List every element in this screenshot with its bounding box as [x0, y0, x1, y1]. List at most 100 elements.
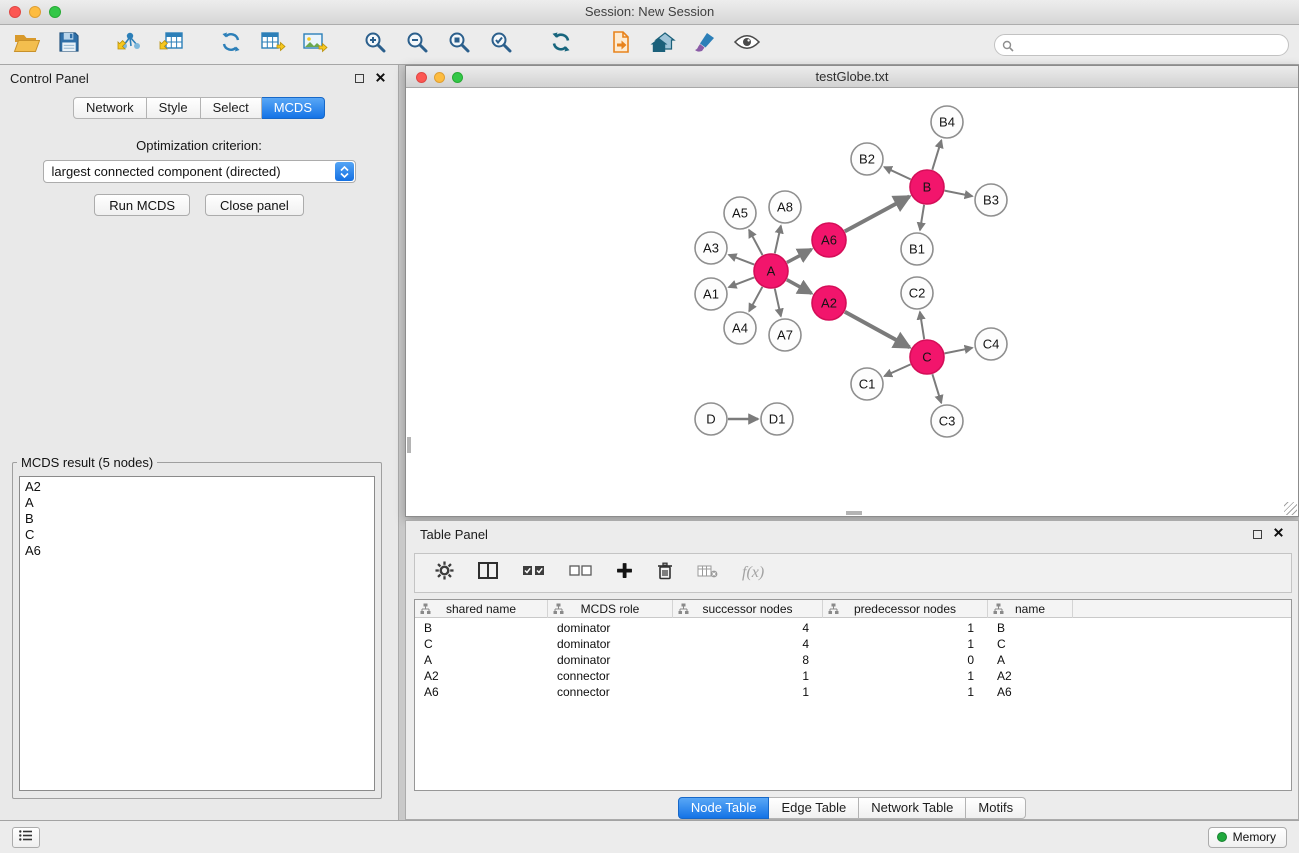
delete-table-icon[interactable] [697, 564, 718, 583]
edge-A-A3[interactable] [729, 255, 755, 265]
canvas-resize-handle-left[interactable] [407, 437, 411, 453]
edge-A-A2[interactable] [787, 280, 812, 294]
node-A1[interactable]: A1 [695, 278, 727, 310]
edge-A-A4[interactable] [749, 287, 762, 312]
mcds-result-item-c[interactable]: C [25, 527, 374, 543]
float-table-panel-icon[interactable] [1253, 530, 1262, 539]
tab-motifs[interactable]: Motifs [966, 797, 1026, 819]
close-panel-button[interactable]: Close panel [205, 194, 304, 216]
node-A4[interactable]: A4 [724, 312, 756, 344]
table-row-b[interactable]: Bdominator41B [415, 620, 1291, 636]
table-row-a6[interactable]: A6connector11A6 [415, 684, 1291, 700]
zoom-in-button[interactable] [358, 29, 391, 60]
column-header-predecessor-nodes[interactable]: predecessor nodes [823, 600, 988, 618]
export-image-button[interactable] [298, 29, 331, 60]
edge-A6-B[interactable] [845, 197, 910, 232]
edge-A-A6[interactable] [787, 249, 812, 262]
node-A6[interactable]: A6 [812, 223, 846, 257]
export-table-button[interactable] [256, 29, 289, 60]
edge-A-A7[interactable] [775, 289, 781, 317]
mcds-result-list[interactable]: A2ABCA6 [19, 476, 375, 791]
search-input[interactable] [994, 34, 1289, 56]
node-A8[interactable]: A8 [769, 191, 801, 223]
tab-edge-table[interactable]: Edge Table [769, 797, 859, 819]
node-D[interactable]: D [695, 403, 727, 435]
mcds-result-item-a2[interactable]: A2 [25, 479, 374, 495]
tab-style[interactable]: Style [147, 97, 201, 119]
zoom-selected-button[interactable] [484, 29, 517, 60]
canvas-resize-handle-bottom[interactable] [846, 511, 862, 515]
network-canvas[interactable]: B4B2BB3A5A8A6B1A3AC2A1A2A4A7C4CC1C3DD1 [406, 89, 1298, 516]
mcds-result-item-a[interactable]: A [25, 495, 374, 511]
table-row-a[interactable]: Adominator80A [415, 652, 1291, 668]
column-header-shared-name[interactable]: shared name [415, 600, 548, 618]
delete-column-trash-icon[interactable] [657, 562, 673, 585]
tab-mcds[interactable]: MCDS [262, 97, 325, 119]
node-A2[interactable]: A2 [812, 286, 846, 320]
column-header-successor-nodes[interactable]: successor nodes [673, 600, 823, 618]
node-B2[interactable]: B2 [851, 143, 883, 175]
toggle-columns-icon[interactable] [478, 562, 498, 584]
node-C[interactable]: C [910, 340, 944, 374]
node-C2[interactable]: C2 [901, 277, 933, 309]
network-window-titlebar[interactable]: testGlobe.txt [406, 66, 1298, 88]
refresh-view-button[interactable] [544, 29, 577, 60]
edge-B-B4[interactable] [932, 140, 941, 170]
column-header-mcds-role[interactable]: MCDS role [548, 600, 673, 618]
tab-select[interactable]: Select [201, 97, 262, 119]
node-A3[interactable]: A3 [695, 232, 727, 264]
edge-C-C4[interactable] [945, 348, 973, 354]
edge-B-B3[interactable] [945, 191, 973, 197]
export-network-button[interactable] [214, 29, 247, 60]
column-header-name[interactable]: name [988, 600, 1073, 618]
zoom-fit-button[interactable] [442, 29, 475, 60]
add-column-icon[interactable] [616, 562, 633, 584]
import-table-file-button[interactable] [154, 29, 187, 60]
memory-button[interactable]: Memory [1208, 827, 1287, 848]
edge-B-B1[interactable] [920, 205, 924, 230]
edge-A-A1[interactable] [729, 277, 755, 287]
open-file-button[interactable] [10, 29, 43, 60]
close-panel-icon[interactable] [375, 70, 386, 88]
node-C3[interactable]: C3 [931, 405, 963, 437]
mcds-result-item-b[interactable]: B [25, 511, 374, 527]
node-D1[interactable]: D1 [761, 403, 793, 435]
network-overview-button[interactable] [646, 29, 679, 60]
tab-network[interactable]: Network [73, 97, 147, 119]
close-table-panel-icon[interactable] [1273, 525, 1284, 543]
edge-C-C3[interactable] [932, 374, 941, 403]
node-C1[interactable]: C1 [851, 368, 883, 400]
tab-node-table[interactable]: Node Table [678, 797, 770, 819]
style-paint-button[interactable] [688, 29, 721, 60]
edge-C-C2[interactable] [920, 312, 924, 339]
edge-C-C1[interactable] [884, 364, 910, 376]
edge-B-B2[interactable] [884, 167, 911, 179]
node-B4[interactable]: B4 [931, 106, 963, 138]
show-panels-button[interactable] [12, 827, 40, 848]
node-A7[interactable]: A7 [769, 319, 801, 351]
edge-A2-C[interactable] [845, 312, 910, 348]
edge-A-A5[interactable] [749, 230, 763, 255]
mcds-result-item-a6[interactable]: A6 [25, 543, 374, 559]
node-B3[interactable]: B3 [975, 184, 1007, 216]
window-resize-grip[interactable] [1284, 502, 1297, 515]
open-session-button[interactable] [604, 29, 637, 60]
node-A[interactable]: A [754, 254, 788, 288]
node-A5[interactable]: A5 [724, 197, 756, 229]
zoom-out-button[interactable] [400, 29, 433, 60]
deselect-all-icon[interactable] [569, 564, 592, 582]
optimization-criterion-dropdown[interactable]: largest connected component (directed) [43, 160, 356, 183]
node-B[interactable]: B [910, 170, 944, 204]
settings-gear-icon[interactable] [435, 561, 454, 585]
table-row-a2[interactable]: A2connector11A2 [415, 668, 1291, 684]
table-row-c[interactable]: Cdominator41C [415, 636, 1291, 652]
run-mcds-button[interactable]: Run MCDS [94, 194, 190, 216]
import-network-file-button[interactable] [112, 29, 145, 60]
tab-network-table[interactable]: Network Table [859, 797, 966, 819]
float-panel-icon[interactable] [355, 74, 364, 83]
node-B1[interactable]: B1 [901, 233, 933, 265]
select-all-icon[interactable] [522, 564, 545, 582]
save-session-button[interactable] [52, 29, 85, 60]
function-builder-icon[interactable]: f(x) [742, 564, 764, 582]
edge-A-A8[interactable] [775, 226, 781, 254]
